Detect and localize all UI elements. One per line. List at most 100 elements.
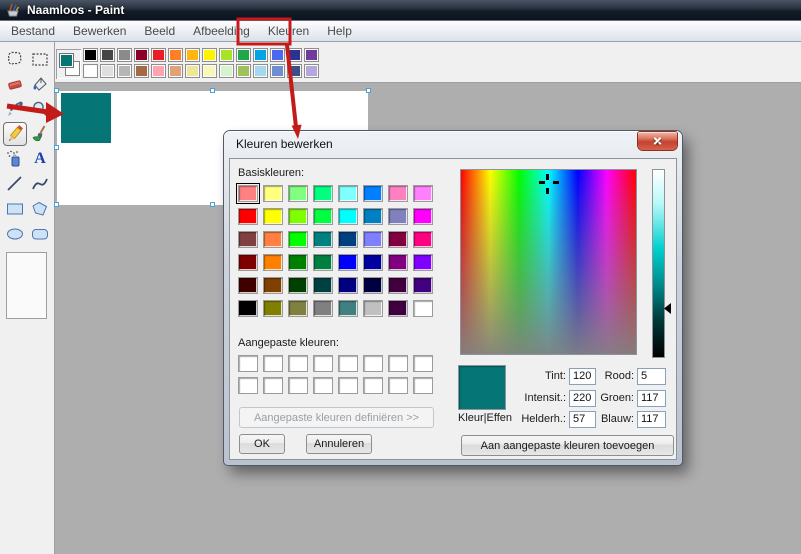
custom-color-swatch[interactable]	[338, 377, 358, 394]
basic-color-swatch[interactable]	[338, 208, 358, 225]
dialog-close-button[interactable]	[638, 132, 677, 150]
basic-color-swatch[interactable]	[388, 208, 408, 225]
basic-color-swatch[interactable]	[413, 231, 433, 248]
menu-item-beeld[interactable]: Beeld	[135, 24, 184, 38]
basic-color-swatch[interactable]	[236, 183, 260, 204]
custom-color-swatch[interactable]	[388, 355, 408, 372]
palette-color-swatch[interactable]	[219, 48, 234, 62]
basic-color-swatch[interactable]	[263, 185, 283, 202]
basic-color-swatch[interactable]	[363, 254, 383, 271]
tool-free-form-select[interactable]	[3, 47, 27, 71]
add-to-custom-colors-button[interactable]: Aan aangepaste kleuren toevoegen	[461, 435, 674, 456]
tool-brush[interactable]	[28, 122, 52, 146]
tool-text[interactable]: A	[28, 147, 52, 171]
menu-item-kleuren[interactable]: Kleuren	[259, 24, 318, 38]
red-input[interactable]: 5	[637, 368, 666, 385]
palette-color-swatch[interactable]	[219, 64, 234, 78]
custom-color-swatch[interactable]	[238, 377, 258, 394]
palette-color-swatch[interactable]	[100, 48, 115, 62]
green-input[interactable]: 117	[637, 390, 666, 407]
basic-color-swatch[interactable]	[338, 254, 358, 271]
tool-options-box[interactable]	[6, 252, 47, 319]
basic-color-swatch[interactable]	[388, 254, 408, 271]
cancel-button[interactable]: Annuleren	[306, 434, 372, 454]
canvas-resize-handle[interactable]	[54, 88, 59, 93]
basic-color-swatch[interactable]	[238, 254, 258, 271]
tool-rounded-rectangle[interactable]	[28, 222, 52, 246]
basic-color-swatch[interactable]	[288, 231, 308, 248]
basic-color-swatch[interactable]	[363, 185, 383, 202]
canvas-resize-handle[interactable]	[54, 145, 59, 150]
palette-color-swatch[interactable]	[134, 48, 149, 62]
palette-color-swatch[interactable]	[83, 48, 98, 62]
menu-item-help[interactable]: Help	[318, 24, 361, 38]
custom-color-swatch[interactable]	[263, 377, 283, 394]
basic-color-swatch[interactable]	[363, 277, 383, 294]
basic-color-swatch[interactable]	[263, 300, 283, 317]
basic-color-swatch[interactable]	[263, 231, 283, 248]
basic-color-swatch[interactable]	[263, 254, 283, 271]
luminance-bar[interactable]	[652, 169, 665, 358]
saturation-input[interactable]: 220	[569, 390, 596, 407]
palette-color-swatch[interactable]	[168, 64, 183, 78]
basic-color-swatch[interactable]	[313, 300, 333, 317]
basic-color-swatch[interactable]	[288, 300, 308, 317]
canvas-resize-handle[interactable]	[210, 88, 215, 93]
tool-airbrush[interactable]	[3, 147, 27, 171]
foreground-color-box[interactable]	[59, 53, 74, 68]
palette-color-swatch[interactable]	[185, 48, 200, 62]
basic-color-swatch[interactable]	[313, 185, 333, 202]
custom-color-swatch[interactable]	[363, 377, 383, 394]
palette-color-swatch[interactable]	[270, 64, 285, 78]
basic-color-swatch[interactable]	[313, 231, 333, 248]
basic-color-swatch[interactable]	[363, 300, 383, 317]
basic-color-swatch[interactable]	[288, 208, 308, 225]
canvas-resize-handle[interactable]	[210, 202, 215, 207]
palette-color-swatch[interactable]	[202, 48, 217, 62]
palette-color-swatch[interactable]	[304, 64, 319, 78]
basic-color-swatch[interactable]	[388, 277, 408, 294]
palette-color-swatch[interactable]	[270, 48, 285, 62]
custom-color-swatch[interactable]	[288, 355, 308, 372]
basic-color-swatch[interactable]	[313, 254, 333, 271]
basic-color-swatch[interactable]	[338, 300, 358, 317]
custom-color-swatch[interactable]	[363, 355, 383, 372]
basic-color-swatch[interactable]	[238, 277, 258, 294]
palette-color-swatch[interactable]	[253, 64, 268, 78]
hue-saturation-field[interactable]	[460, 169, 637, 355]
basic-color-swatch[interactable]	[363, 231, 383, 248]
palette-color-swatch[interactable]	[236, 64, 251, 78]
hue-input[interactable]: 120	[569, 368, 596, 385]
custom-color-swatch[interactable]	[313, 355, 333, 372]
palette-color-swatch[interactable]	[83, 64, 98, 78]
menu-item-bewerken[interactable]: Bewerken	[64, 24, 135, 38]
palette-color-swatch[interactable]	[151, 48, 166, 62]
tool-curve[interactable]	[28, 172, 52, 196]
tool-polygon[interactable]	[28, 197, 52, 221]
basic-color-swatch[interactable]	[413, 254, 433, 271]
tool-rectangle[interactable]	[3, 197, 27, 221]
palette-color-swatch[interactable]	[236, 48, 251, 62]
custom-color-swatch[interactable]	[338, 355, 358, 372]
basic-color-swatch[interactable]	[388, 231, 408, 248]
palette-color-swatch[interactable]	[100, 64, 115, 78]
blue-input[interactable]: 117	[637, 411, 666, 428]
tool-eraser[interactable]	[3, 72, 27, 96]
palette-color-swatch[interactable]	[202, 64, 217, 78]
palette-color-swatch[interactable]	[117, 48, 132, 62]
tool-magnifier[interactable]	[28, 97, 52, 121]
ok-button[interactable]: OK	[239, 434, 285, 454]
tool-ellipse[interactable]	[3, 222, 27, 246]
basic-color-swatch[interactable]	[388, 185, 408, 202]
basic-color-swatch[interactable]	[313, 277, 333, 294]
basic-color-swatch[interactable]	[338, 185, 358, 202]
basic-color-swatch[interactable]	[313, 208, 333, 225]
basic-color-swatch[interactable]	[238, 208, 258, 225]
menu-item-afbeelding[interactable]: Afbeelding	[184, 24, 259, 38]
palette-color-swatch[interactable]	[168, 48, 183, 62]
basic-color-swatch[interactable]	[413, 185, 433, 202]
canvas-resize-handle[interactable]	[366, 88, 371, 93]
palette-color-swatch[interactable]	[253, 48, 268, 62]
basic-color-swatch[interactable]	[238, 231, 258, 248]
basic-color-swatch[interactable]	[263, 277, 283, 294]
